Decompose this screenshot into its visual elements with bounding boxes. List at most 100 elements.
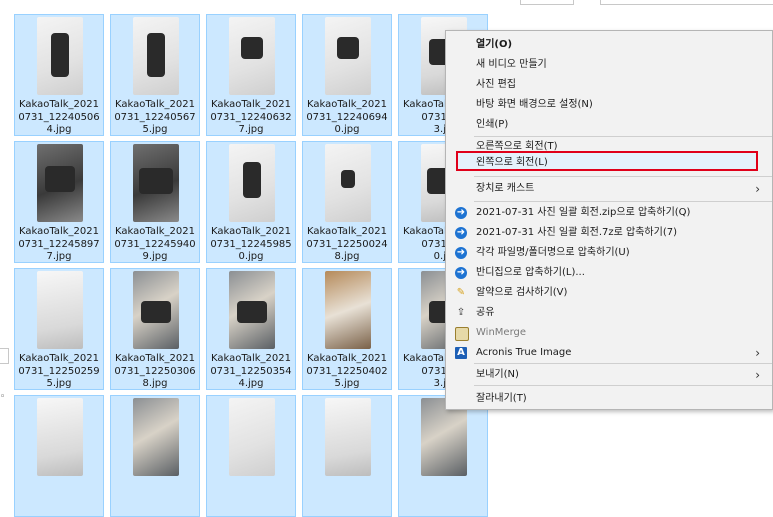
file-item[interactable]: KakaoTalk_2021 0731_12240694 0.jpg [302, 14, 392, 136]
thumbnail-object [45, 166, 75, 192]
menu-item-rotate-left[interactable]: 왼쪽으로 회전(L) [446, 153, 772, 173]
file-name: KakaoTalk_2021 0731_12250402 5.jpg [306, 353, 388, 389]
thumbnail-object [337, 37, 359, 59]
menu-separator [474, 363, 772, 364]
menu-item-label: Acronis True Image [476, 347, 572, 358]
file-item[interactable]: KakaoTalk_2021 0731_12250354 4.jpg [206, 268, 296, 390]
file-item[interactable]: KakaoTalk_2021 0731_12250259 5.jpg [14, 268, 104, 390]
file-name: KakaoTalk_2021 0731_12245940 9.jpg [114, 226, 196, 262]
file-item[interactable] [398, 395, 488, 517]
menu-item-label: 2021-07-31 사진 일괄 회전.7z로 압축하기(7) [476, 227, 677, 238]
file-item[interactable]: KakaoTalk_2021 0731_12250306 8.jpg [110, 268, 200, 390]
thumbnail-image [133, 271, 179, 349]
search-box[interactable] [600, 0, 773, 5]
thumbnail-object [51, 33, 69, 77]
thumbnail-image [37, 398, 83, 476]
file-name: KakaoTalk_2021 0731_12240632 7.jpg [210, 99, 292, 135]
thumbnail-image [133, 144, 179, 222]
menu-item-bandizip[interactable]: ➜ 반디집으로 압축하기(L)... [446, 263, 772, 283]
menu-item-label: 알약으로 검사하기(V) [476, 287, 568, 298]
thumbnail-object [139, 168, 173, 194]
file-item[interactable]: KakaoTalk_2021 0731_12245985 0.jpg [206, 141, 296, 263]
file-name: KakaoTalk_2021 0731_12245985 0.jpg [210, 226, 292, 262]
menu-item-label: 각각 파일명/폴더명으로 압축하기(U) [476, 247, 630, 258]
share-icon: ⇪ [456, 307, 466, 318]
thumbnail-object [141, 301, 171, 323]
bandizip-icon: ➜ [455, 247, 467, 259]
menu-item-label: 반디집으로 압축하기(L)... [476, 267, 585, 278]
menu-item-alyac-scan[interactable]: ✎ 알약으로 검사하기(V) [446, 283, 772, 303]
menu-item-label: WinMerge [476, 327, 526, 338]
file-item[interactable]: KakaoTalk_2021 0731_12245940 9.jpg [110, 141, 200, 263]
menu-item-print[interactable]: 인쇄(P) [446, 115, 772, 135]
menu-item-open[interactable]: 열기(O) [446, 35, 772, 55]
menu-item-label: 2021-07-31 사진 일괄 회전.zip으로 압축하기(Q) [476, 207, 691, 218]
thumbnail-image [229, 144, 275, 222]
menu-item-7z-compress[interactable]: ➜ 2021-07-31 사진 일괄 회전.7z로 압축하기(7) [446, 223, 772, 243]
thumbnail-image [229, 398, 275, 476]
menu-item-acronis[interactable]: A Acronis True Image › [446, 343, 772, 363]
file-item[interactable] [302, 395, 392, 517]
file-name: KakaoTalk_2021 0731_12240694 0.jpg [306, 99, 388, 135]
file-name: KakaoTalk_2021 0731_12240506 4.jpg [18, 99, 100, 135]
menu-item-edit-photo[interactable]: 사진 편집 [446, 75, 772, 95]
thumbnail-image [133, 398, 179, 476]
menu-item-label: 장치로 캐스트 [476, 183, 535, 194]
menu-item-label: 보내기(N) [476, 369, 519, 380]
menu-separator [474, 176, 772, 177]
menu-item-zip-compress[interactable]: ➜ 2021-07-31 사진 일괄 회전.zip으로 압축하기(Q) [446, 203, 772, 223]
file-item[interactable]: KakaoTalk_2021 0731_12250402 5.jpg [302, 268, 392, 390]
file-item[interactable]: KakaoTalk_2021 0731_12240506 4.jpg [14, 14, 104, 136]
menu-separator [474, 201, 772, 202]
menu-separator [474, 385, 772, 386]
file-item[interactable]: KakaoTalk_2021 0731_12245897 7.jpg [14, 141, 104, 263]
file-name: KakaoTalk_2021 0731_12250259 5.jpg [18, 353, 100, 389]
thumbnail-image [325, 271, 371, 349]
thumbnail-image [325, 144, 371, 222]
thumbnail-image [229, 17, 275, 95]
menu-item-winmerge[interactable]: WinMerge [446, 323, 772, 343]
thumbnail-image [37, 17, 83, 95]
thumbnail-image [37, 144, 83, 222]
bandizip-icon: ➜ [455, 207, 467, 219]
file-item[interactable] [206, 395, 296, 517]
thumbnail-image [229, 271, 275, 349]
file-name: KakaoTalk_2021 0731_12250354 4.jpg [210, 353, 292, 389]
menu-item-compress-each[interactable]: ➜ 각각 파일명/폴더명으로 압축하기(U) [446, 243, 772, 263]
chevron-right-icon: › [755, 182, 760, 196]
file-name: KakaoTalk_2021 0731_12240567 5.jpg [114, 99, 196, 135]
thumbnail-image [37, 271, 83, 349]
file-item[interactable]: KakaoTalk_2021 0731_12240567 5.jpg [110, 14, 200, 136]
menu-item-share[interactable]: ⇪ 공유 [446, 303, 772, 323]
thumbnail-object [237, 301, 267, 323]
thumbnail-object [341, 170, 355, 188]
menu-item-set-wallpaper[interactable]: 바탕 화면 배경으로 설정(N) [446, 95, 772, 115]
file-name: KakaoTalk_2021 0731_12250306 8.jpg [114, 353, 196, 389]
file-item[interactable] [110, 395, 200, 517]
navigation-pane-edge[interactable] [0, 348, 9, 364]
file-item[interactable]: KakaoTalk_2021 0731_12250024 8.jpg [302, 141, 392, 263]
file-item[interactable] [14, 395, 104, 517]
thumbnail-image [325, 17, 371, 95]
acronis-icon: A [455, 347, 467, 359]
menu-item-cast-to-device[interactable]: 장치로 캐스트 › [446, 179, 772, 199]
winmerge-icon [455, 327, 469, 341]
thumbnail-object [147, 33, 165, 77]
file-item[interactable]: KakaoTalk_2021 0731_12240632 7.jpg [206, 14, 296, 136]
thumbnail-image [325, 398, 371, 476]
view-toggle-box[interactable] [520, 0, 574, 5]
chevron-right-icon: › [755, 346, 760, 360]
file-name: KakaoTalk_2021 0731_12245897 7.jpg [18, 226, 100, 262]
alyac-icon: ✎ [456, 287, 466, 298]
menu-item-send-to[interactable]: 보내기(N) › [446, 365, 772, 385]
thumbnail-object [241, 37, 263, 59]
top-toolbar-strip [0, 0, 773, 6]
context-menu: 열기(O) 새 비디오 만들기 사진 편집 바탕 화면 배경으로 설정(N) 인… [445, 30, 773, 410]
chevron-right-icon: › [755, 368, 760, 382]
bandizip-icon: ➜ [455, 267, 467, 279]
file-name: KakaoTalk_2021 0731_12250024 8.jpg [306, 226, 388, 262]
menu-item-cut[interactable]: 잘라내기(T) [446, 389, 772, 409]
menu-item-new-video[interactable]: 새 비디오 만들기 [446, 55, 772, 75]
thumbnail-image [133, 17, 179, 95]
bandizip-icon: ➜ [455, 227, 467, 239]
